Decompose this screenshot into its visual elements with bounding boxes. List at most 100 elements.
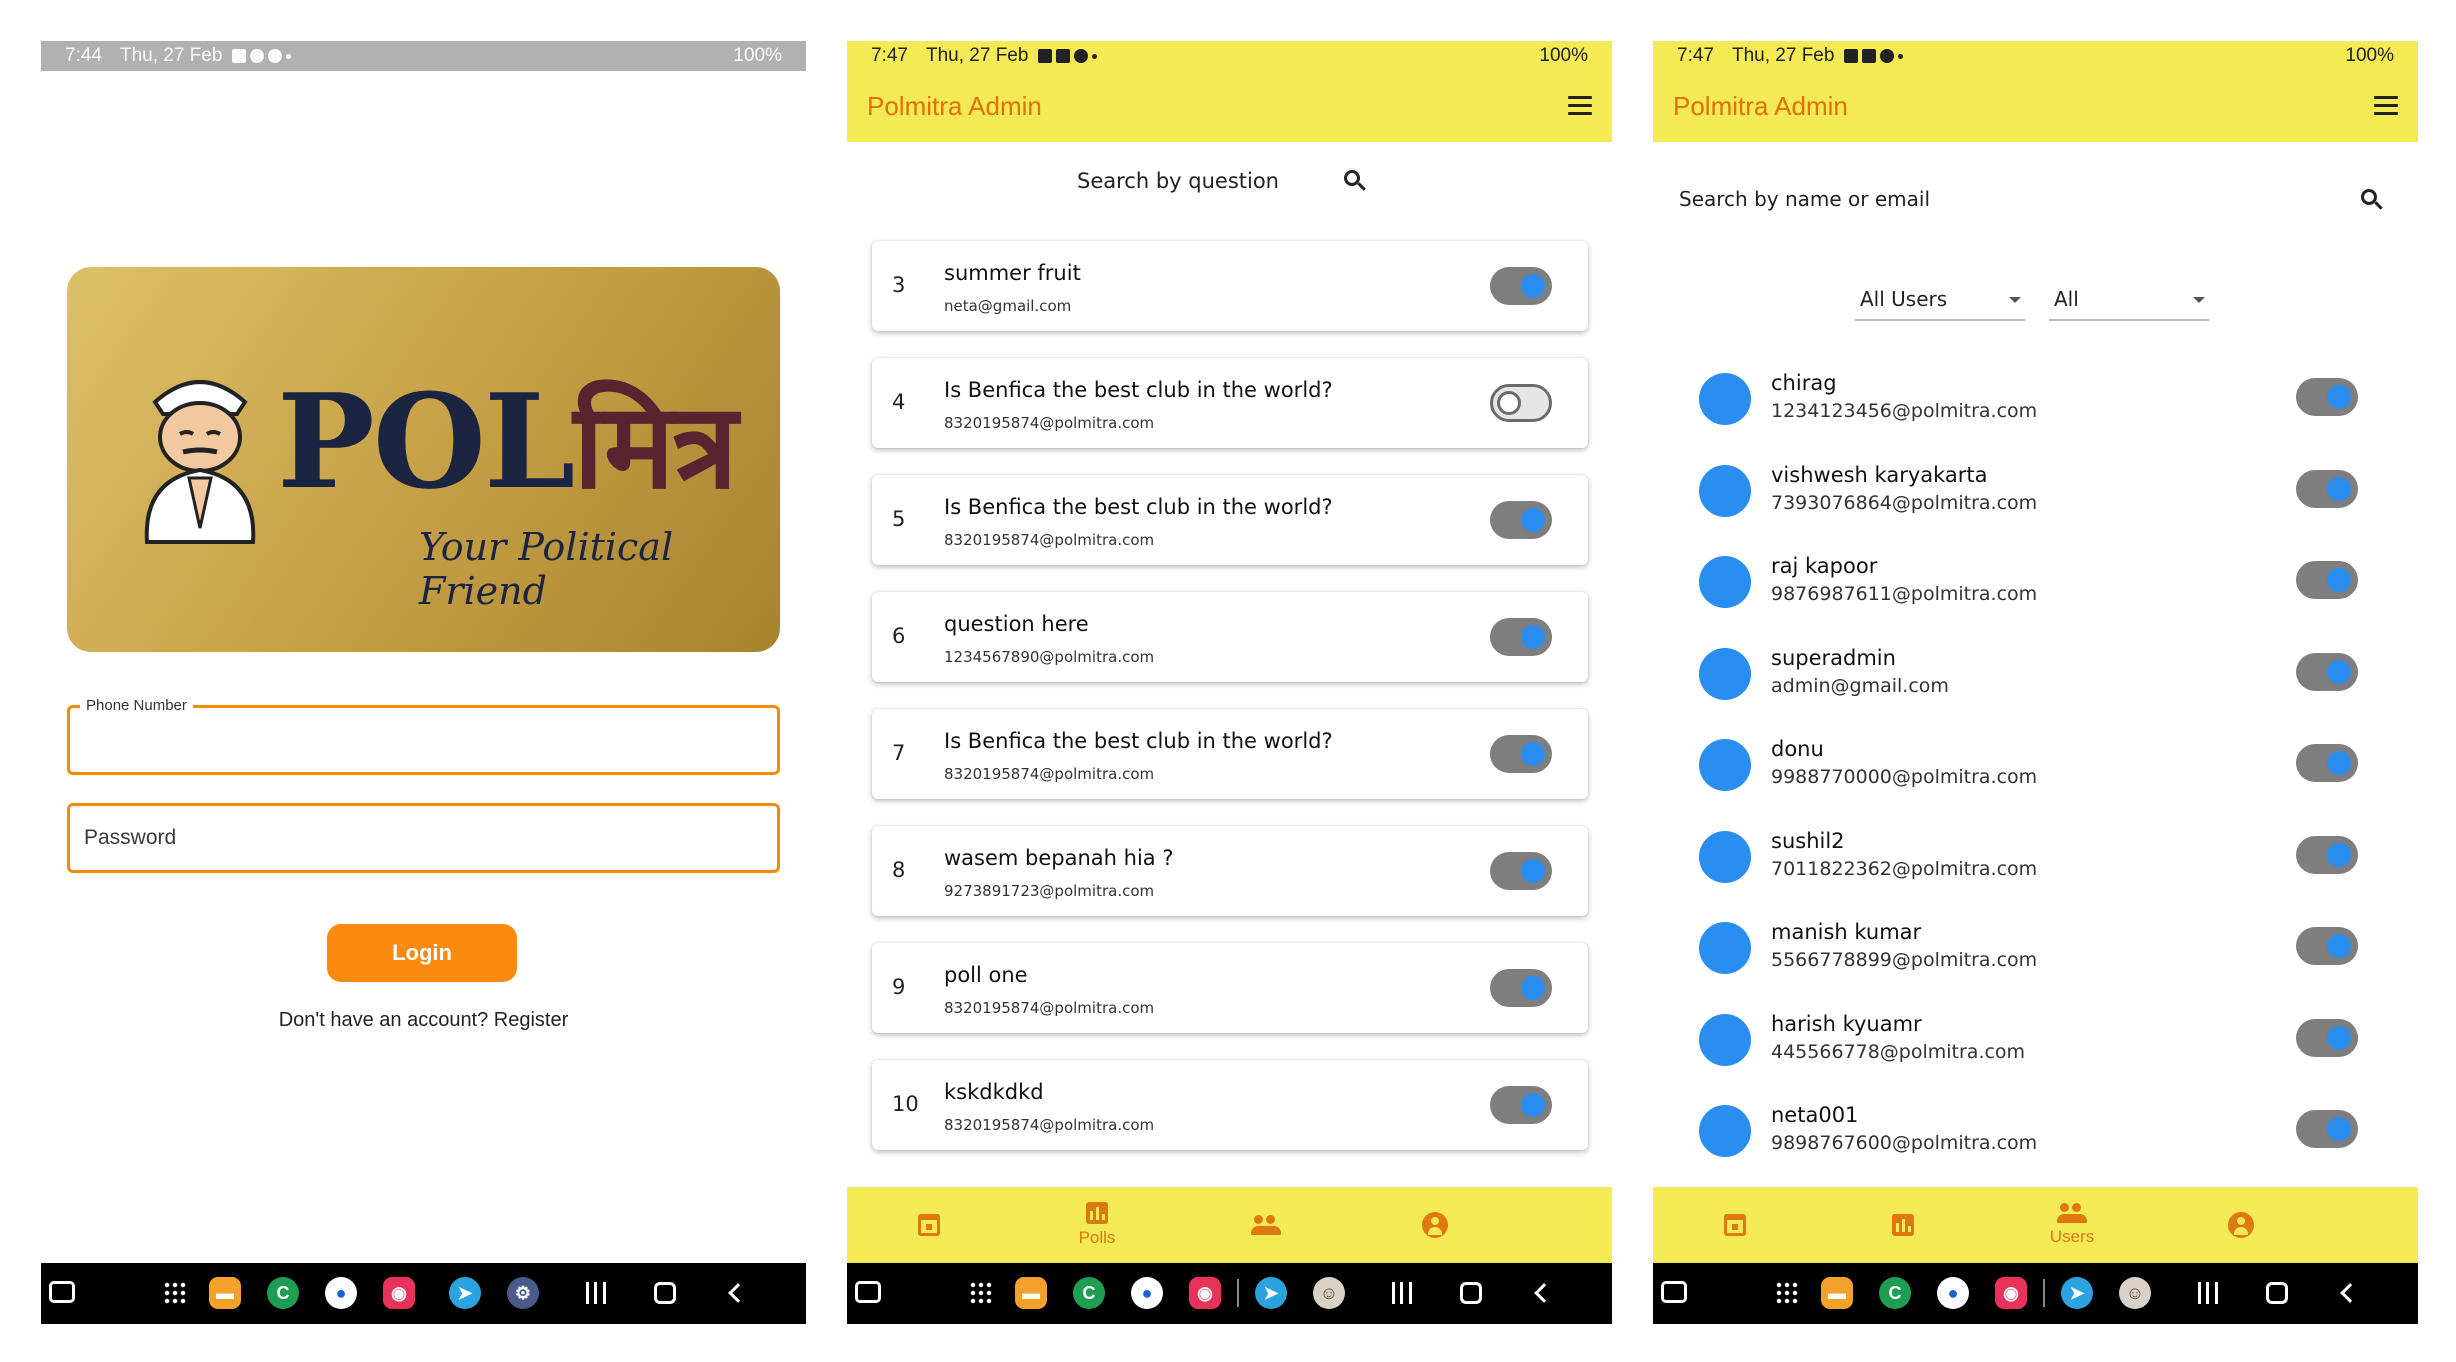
nav-profile[interactable]: [2181, 1187, 2301, 1263]
user-row[interactable]: neta001 9898767600@polmitra.com: [1653, 1081, 2418, 1173]
user-status-filter[interactable]: All: [2049, 279, 2209, 321]
nav-users[interactable]: Users: [2012, 1187, 2132, 1263]
poll-active-toggle[interactable]: [1490, 267, 1552, 305]
poll-active-toggle[interactable]: [1490, 501, 1552, 539]
nav-calendar[interactable]: [869, 1187, 989, 1263]
user-active-toggle[interactable]: [2296, 1018, 2358, 1057]
telegram-app-icon[interactable]: ➤: [1255, 1277, 1287, 1309]
user-active-toggle[interactable]: [2296, 744, 2358, 782]
poll-author-email: 8320195874@polmitra.com: [944, 765, 1155, 783]
login-button[interactable]: Login: [327, 924, 517, 982]
user-active-toggle[interactable]: [2296, 652, 2358, 691]
poll-active-toggle[interactable]: [1490, 969, 1552, 1007]
app-drawer-icon[interactable]: [1775, 1281, 1799, 1305]
user-active-toggle[interactable]: [2296, 927, 2358, 965]
poll-card[interactable]: 5 Is Benfica the best club in the world? 8…: [872, 475, 1588, 565]
poll-card[interactable]: 8 wasem bepanah hia ? 9273891723@polmitra.…: [872, 826, 1588, 916]
user-active-toggle[interactable]: [2296, 378, 2358, 416]
user-row[interactable]: raj kapoor 9876987611@polmitra.com: [1653, 532, 2418, 624]
poll-number: 3: [892, 273, 906, 297]
logo-tagline: Your Political Friend: [419, 525, 674, 613]
messages-app-icon[interactable]: ●: [1131, 1277, 1163, 1309]
camera-app-icon[interactable]: ◉: [1189, 1277, 1221, 1309]
user-active-toggle[interactable]: [2296, 1110, 2358, 1148]
user-row[interactable]: sushil2 7011822362@polmitra.com: [1653, 807, 2418, 899]
menu-icon[interactable]: [1568, 96, 1592, 116]
screen-recorder-icon[interactable]: [1661, 1281, 1687, 1303]
password-field[interactable]: [67, 803, 780, 873]
user-name: raj kapoor: [1771, 554, 1878, 578]
home-icon[interactable]: [654, 1282, 676, 1304]
app-drawer-icon[interactable]: [163, 1281, 187, 1305]
polmitra-app-icon[interactable]: ☺: [2119, 1277, 2151, 1309]
user-row[interactable]: vishwesh karyakarta 7393076864@polmitra.c…: [1653, 441, 2418, 533]
user-row[interactable]: superadmin admin@gmail.com: [1653, 624, 2418, 716]
taskbar-divider: [2043, 1279, 2045, 1307]
user-row[interactable]: harish kyuamr 445566778@polmitra.com: [1653, 990, 2418, 1082]
phone-number-field[interactable]: Phone Number: [67, 697, 780, 775]
register-link[interactable]: Don't have an account? Register: [41, 1009, 806, 1032]
back-icon[interactable]: [2340, 1283, 2360, 1303]
poll-card[interactable]: 3 summer fruit neta@gmail.com: [872, 241, 1588, 331]
menu-icon[interactable]: [2374, 96, 2398, 116]
files-app-icon[interactable]: ▬: [1821, 1277, 1853, 1309]
back-icon[interactable]: [1534, 1283, 1554, 1303]
nav-profile[interactable]: [1375, 1187, 1495, 1263]
app-drawer-icon[interactable]: [969, 1281, 993, 1305]
nav-polls[interactable]: Polls: [1037, 1187, 1157, 1263]
phone-app-icon[interactable]: C: [1073, 1277, 1105, 1309]
role-filter-value: All Users: [1860, 287, 1948, 311]
user-row[interactable]: chirag 1234123456@polmitra.com: [1653, 349, 2418, 441]
user-email: 1234123456@polmitra.com: [1771, 400, 2038, 422]
poll-card[interactable]: 6 question here 1234567890@polmitra.com: [872, 592, 1588, 682]
telegram-app-icon[interactable]: ➤: [449, 1277, 481, 1309]
search-icon[interactable]: [2361, 189, 2383, 211]
user-role-filter[interactable]: All Users: [1855, 279, 2025, 321]
poll-search-input[interactable]: [1077, 161, 1307, 201]
screen-recorder-icon[interactable]: [855, 1281, 881, 1303]
poll-card[interactable]: 10 kskdkdkd 8320195874@polmitra.com: [872, 1060, 1588, 1150]
messages-app-icon[interactable]: ●: [325, 1277, 357, 1309]
poll-card[interactable]: 9 poll one 8320195874@polmitra.com: [872, 943, 1588, 1033]
nav-users[interactable]: [1206, 1187, 1326, 1263]
poll-card[interactable]: 7 Is Benfica the best club in the world? 8…: [872, 709, 1588, 799]
poll-active-toggle[interactable]: [1490, 852, 1552, 890]
nav-polls[interactable]: [1843, 1187, 1963, 1263]
polmitra-app-icon[interactable]: ☺: [1313, 1277, 1345, 1309]
recent-apps-icon[interactable]: [1392, 1282, 1412, 1304]
camera-app-icon[interactable]: ◉: [1995, 1277, 2027, 1309]
poll-question: Is Benfica the best club in the world?: [944, 729, 1333, 753]
files-app-icon[interactable]: ▬: [209, 1277, 241, 1309]
user-row[interactable]: manish kumar 5566778899@polmitra.com: [1653, 898, 2418, 990]
password-input[interactable]: [84, 806, 764, 870]
home-icon[interactable]: [2266, 1282, 2288, 1304]
telegram-app-icon[interactable]: ➤: [2061, 1277, 2093, 1309]
poll-active-toggle[interactable]: [1490, 618, 1552, 656]
user-search-input[interactable]: [1679, 179, 2079, 219]
poll-active-toggle[interactable]: [1490, 1086, 1552, 1124]
messages-app-icon[interactable]: ●: [1937, 1277, 1969, 1309]
user-row[interactable]: donu 9988770000@polmitra.com: [1653, 715, 2418, 807]
search-icon[interactable]: [1344, 170, 1366, 192]
user-active-toggle[interactable]: [2296, 835, 2358, 874]
camera-app-icon[interactable]: ◉: [383, 1277, 415, 1309]
poll-active-toggle[interactable]: [1490, 384, 1552, 422]
home-icon[interactable]: [1460, 1282, 1482, 1304]
recent-apps-icon[interactable]: [586, 1282, 606, 1304]
poll-active-toggle[interactable]: [1490, 735, 1552, 773]
phone-app-icon[interactable]: C: [267, 1277, 299, 1309]
poll-search: [847, 161, 1612, 201]
recent-apps-icon[interactable]: [2198, 1282, 2218, 1304]
poll-icon: [1086, 1202, 1108, 1224]
phone-number-input[interactable]: [84, 708, 764, 772]
phone-app-icon[interactable]: C: [1879, 1277, 1911, 1309]
poll-card[interactable]: 4 Is Benfica the best club in the world? 8…: [872, 358, 1588, 448]
user-active-toggle[interactable]: [2296, 469, 2358, 508]
user-active-toggle[interactable]: [2296, 561, 2358, 599]
nav-calendar[interactable]: [1675, 1187, 1795, 1263]
settings-app-icon[interactable]: ⚙: [507, 1277, 539, 1309]
back-icon[interactable]: [728, 1283, 748, 1303]
app-bar: Polmitra Admin: [847, 71, 1612, 142]
screen-recorder-icon[interactable]: [49, 1281, 75, 1303]
files-app-icon[interactable]: ▬: [1015, 1277, 1047, 1309]
